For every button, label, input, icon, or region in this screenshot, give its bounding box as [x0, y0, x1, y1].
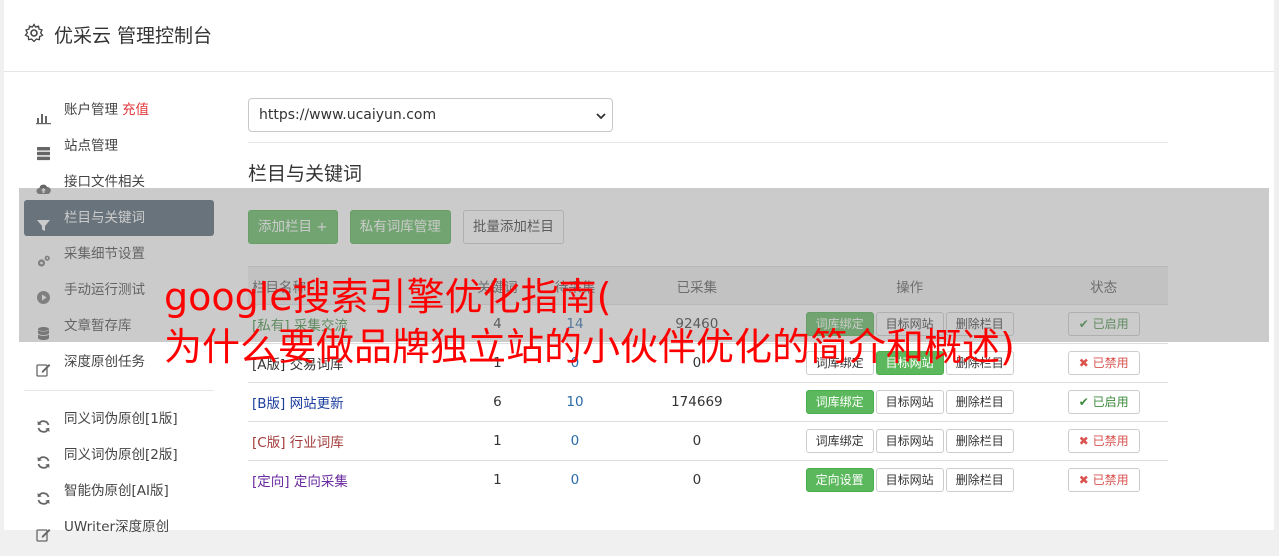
status-label: 已启用 — [1092, 395, 1129, 409]
refresh-icon — [36, 412, 51, 433]
site-select-value: https://www.ucaiyun.com — [259, 107, 437, 123]
column-name[interactable]: 行业词库 — [290, 435, 344, 451]
divider — [248, 142, 1168, 143]
sidebar-item-101[interactable]: 同义词伪原创[2版] — [24, 437, 214, 473]
delete-column-button[interactable]: 删除栏目 — [945, 429, 1014, 453]
bind-button[interactable]: 词库绑定 — [805, 429, 874, 453]
ad-banner[interactable]: google搜索引擎优化指南( 为什么要做品牌独立站的小伙伴优化的简介和概述) — [164, 272, 1174, 372]
column-name[interactable]: 网站更新 — [290, 396, 344, 412]
table-row: [定向] 定向采集 1 0 0 定向设置 目标网站 删除栏目 ✖ 已禁用 — [248, 460, 1168, 500]
status-label: 已禁用 — [1092, 434, 1129, 448]
sidebar-item-label: 站点管理 — [64, 138, 118, 154]
cell-pending[interactable]: 0 — [536, 460, 614, 500]
cell-name[interactable]: [定向] 定向采集 — [248, 460, 459, 500]
server-icon — [36, 139, 51, 161]
status-toggle[interactable]: ✖ 已禁用 — [1067, 429, 1140, 453]
sidebar-item-label: UWriter深度原创 — [64, 519, 170, 535]
status-toggle[interactable]: ✔ 已启用 — [1067, 390, 1140, 414]
target-site-button[interactable]: 目标网站 — [875, 429, 944, 453]
chevron-down-icon — [596, 113, 606, 120]
delete-column-button[interactable]: 删除栏目 — [945, 390, 1014, 414]
sidebar-divider — [24, 390, 214, 391]
edit-icon — [36, 355, 51, 377]
site-select[interactable]: https://www.ucaiyun.com — [248, 98, 613, 132]
status-toggle[interactable]: ✖ 已禁用 — [1067, 468, 1140, 493]
cell-keywords: 1 — [458, 421, 537, 461]
cell-keywords: 6 — [458, 382, 537, 422]
page-title: 优采云 管理控制台 — [54, 25, 213, 47]
cell-name[interactable]: [B版] 网站更新 — [248, 382, 459, 422]
status-label: 已禁用 — [1092, 473, 1129, 488]
cell-collected: 0 — [613, 460, 780, 500]
sidebar-item-label: 智能伪原创[AI版] — [64, 483, 169, 499]
cell-pending[interactable]: 10 — [536, 382, 614, 422]
app-page: 优采云 管理控制台 账户管理 充值 站点管理 接口文件相关 栏目与关键词 采集细节设置 手动… — [4, 0, 1274, 542]
banner-line-2: 为什么要做品牌独立站的小伙伴优化的简介和概述) — [164, 325, 1015, 369]
cell-actions: 词库绑定 目标网站 删除栏目 — [780, 382, 1040, 422]
sidebar-item-103[interactable]: UWriter深度原创 — [24, 509, 214, 545]
check-icon: ✔ — [1078, 395, 1089, 409]
cell-name[interactable]: [C版] 行业词库 — [248, 421, 459, 461]
bind-button[interactable]: 词库绑定 — [805, 390, 874, 414]
sidebar-item-label: 账户管理 — [64, 102, 118, 118]
sidebar-item-1[interactable]: 站点管理 — [24, 128, 214, 164]
recharge-link[interactable]: 充值 — [122, 102, 149, 118]
column-tag: [C版] — [252, 435, 286, 451]
target-site-button[interactable]: 目标网站 — [875, 390, 944, 414]
sidebar-item-label: 同义词伪原创[2版] — [64, 447, 178, 463]
cell-status: ✖ 已禁用 — [1039, 421, 1168, 461]
column-name[interactable]: 定向采集 — [294, 474, 348, 490]
cell-pending[interactable]: 0 — [536, 421, 614, 461]
delete-column-button[interactable]: 删除栏目 — [945, 468, 1014, 493]
column-tag: [B版] — [252, 396, 286, 412]
bar-chart-icon — [36, 103, 51, 125]
sidebar-item-label: 深度原创任务 — [64, 354, 145, 370]
top-header: 优采云 管理控制台 — [4, 0, 1274, 72]
cell-actions: 词库绑定 目标网站 删除栏目 — [780, 421, 1040, 461]
edit-icon — [36, 520, 51, 542]
cell-actions: 定向设置 目标网站 删除栏目 — [780, 460, 1040, 500]
sidebar-item-100[interactable]: 同义词伪原创[1版] — [24, 401, 214, 437]
table-row: [B版] 网站更新 6 10 174669 词库绑定 目标网站 删除栏目 ✔ 已启用 — [248, 382, 1168, 422]
cell-collected: 174669 — [613, 382, 780, 422]
bind-button[interactable]: 定向设置 — [805, 468, 874, 493]
times-icon: ✖ — [1078, 434, 1089, 448]
target-site-button[interactable]: 目标网站 — [875, 468, 944, 493]
cell-status: ✔ 已启用 — [1039, 382, 1168, 422]
refresh-icon — [36, 484, 51, 505]
banner-line-1: google搜索引擎优化指南( — [164, 275, 612, 319]
sidebar-item-102[interactable]: 智能伪原创[AI版] — [24, 473, 214, 509]
cell-status: ✖ 已禁用 — [1039, 460, 1168, 500]
gear-icon — [24, 23, 44, 43]
section-title: 栏目与关键词 — [248, 163, 363, 185]
column-tag: [定向] — [252, 474, 290, 491]
refresh-icon — [36, 448, 51, 469]
sidebar-item-label: 同义词伪原创[1版] — [64, 411, 178, 427]
cell-keywords: 1 — [458, 460, 537, 500]
table-row: [C版] 行业词库 1 0 0 词库绑定 目标网站 删除栏目 ✖ 已禁用 — [248, 421, 1168, 461]
cell-collected: 0 — [613, 421, 780, 461]
sidebar-item-0[interactable]: 账户管理 充值 — [24, 92, 214, 128]
times-icon: ✖ — [1078, 473, 1089, 488]
